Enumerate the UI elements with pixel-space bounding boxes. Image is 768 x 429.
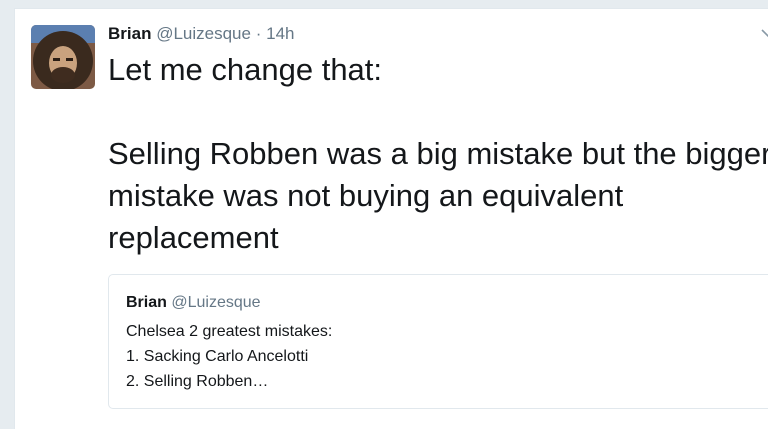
author-name[interactable]: Brian [108, 24, 151, 43]
tweet-header: Brian @Luizesque · 14h [108, 23, 294, 45]
tweet-text: Let me change that: Selling Robben was a… [108, 49, 768, 259]
quoted-text-line: 1. Sacking Carlo Ancelotti [126, 348, 309, 365]
tweet-card[interactable]: Brian @Luizesque · 14h Let me change tha… [14, 8, 768, 429]
quoted-text-line: 2. Selling Robben… [126, 373, 269, 390]
author-handle[interactable]: @Luizesque [156, 24, 251, 43]
tweet-text-line: Selling Robben was a big mistake but the… [108, 136, 768, 255]
quoted-author-handle: @Luizesque [171, 294, 261, 311]
quoted-tweet-header: Brian @Luizesque [126, 293, 261, 313]
chevron-down-icon[interactable] [761, 25, 768, 41]
quoted-text-line: Chelsea 2 greatest mistakes: [126, 323, 333, 340]
avatar-image [31, 25, 95, 89]
quoted-tweet-text: Chelsea 2 greatest mistakes: 1. Sacking … [126, 319, 332, 394]
header-separator: · [255, 24, 262, 43]
tweet-text-line: Let me change that: [108, 52, 383, 87]
quoted-tweet[interactable]: Brian @Luizesque Chelsea 2 greatest mist… [108, 274, 768, 409]
quoted-author-name: Brian [126, 294, 167, 311]
tweet-timestamp[interactable]: 14h [266, 24, 294, 43]
avatar[interactable] [31, 25, 95, 89]
